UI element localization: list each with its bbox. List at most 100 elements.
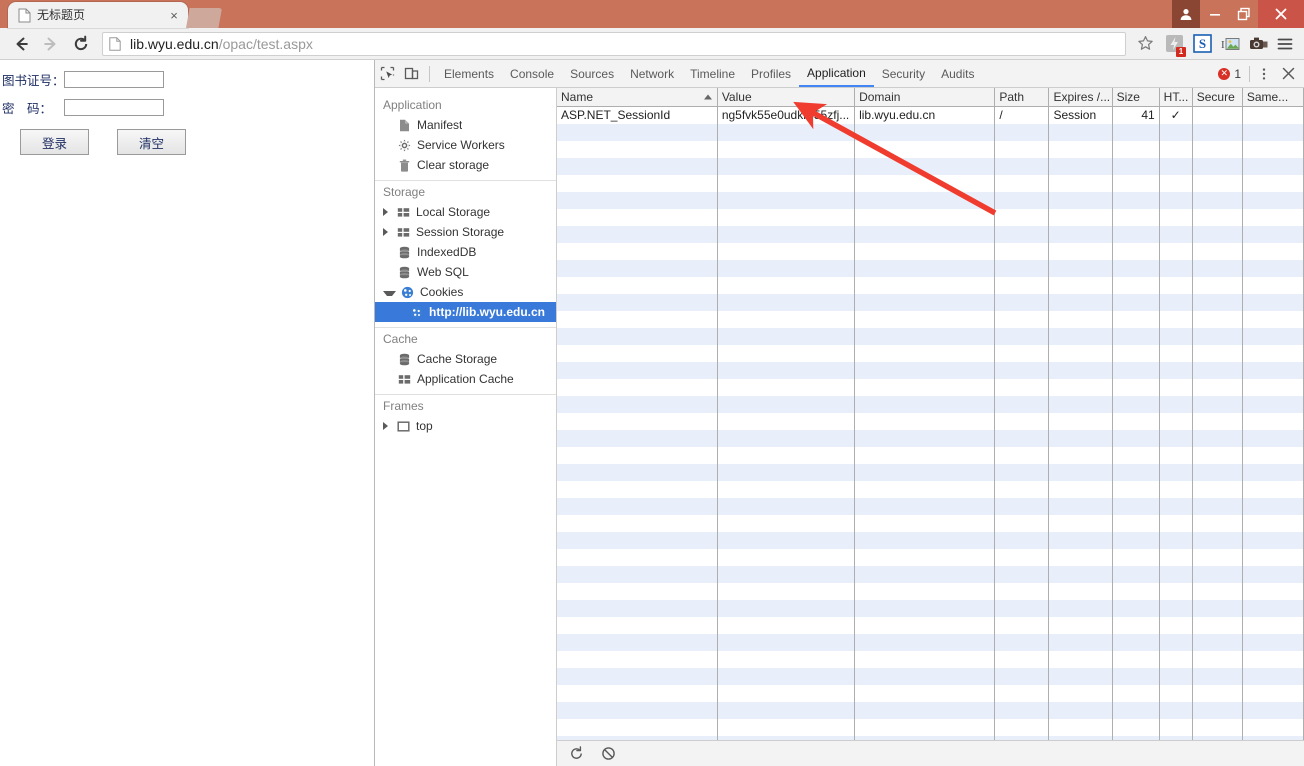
sidebar-item-cache-storage[interactable]: Cache Storage	[375, 349, 556, 369]
window-close-button[interactable]	[1258, 0, 1304, 28]
camera-extension-icon[interactable]	[1244, 30, 1272, 58]
empty-cell	[994, 701, 1050, 719]
image-extension-icon[interactable]: I	[1216, 30, 1244, 58]
lightning-extension-icon[interactable]: 1	[1160, 30, 1188, 58]
inspect-element-icon[interactable]	[375, 61, 399, 87]
sidebar-item-top[interactable]: top	[375, 416, 556, 436]
empty-cell	[854, 548, 996, 566]
kebab-menu-icon[interactable]	[1252, 61, 1276, 87]
chevron-right-icon[interactable]	[383, 422, 393, 430]
chevron-right-icon[interactable]	[383, 228, 393, 236]
empty-cell	[1159, 684, 1193, 702]
empty-cell	[854, 123, 996, 141]
devtools-tab-network[interactable]: Network	[622, 60, 682, 87]
device-toolbar-icon[interactable]	[399, 61, 423, 87]
devtools-tab-security[interactable]: Security	[874, 60, 933, 87]
column-header-label: Domain	[859, 90, 901, 104]
empty-cell	[1192, 140, 1243, 158]
cookie-cell-name[interactable]: ASP.NET_SessionId	[557, 106, 718, 124]
column-header-secure[interactable]: Secure	[1192, 88, 1243, 107]
cookie-cell-value[interactable]: ng5fvk55e0udkr555zfj...	[717, 106, 856, 124]
column-header-domain[interactable]: Domain	[854, 88, 996, 107]
sidebar-item-cookies[interactable]: Cookies	[375, 282, 556, 302]
devtools-close-icon[interactable]	[1276, 61, 1300, 87]
cookie-cell-httponly[interactable]: ✓	[1159, 106, 1193, 124]
bookmark-star-icon[interactable]	[1132, 31, 1158, 57]
cookie-cell-samesite[interactable]	[1242, 106, 1304, 124]
address-bar[interactable]: lib.wyu.edu.cn/opac/test.aspx	[102, 31, 1126, 56]
devtools-tab-console[interactable]: Console	[502, 60, 562, 87]
cookie-cell-size[interactable]: 41	[1112, 106, 1160, 124]
empty-row	[557, 242, 1304, 260]
column-header-path[interactable]: Path	[994, 88, 1050, 107]
s-extension-icon[interactable]: S	[1188, 30, 1216, 58]
back-button[interactable]	[6, 30, 36, 58]
sidebar-item-application-cache[interactable]: Application Cache	[375, 369, 556, 389]
empty-cell	[717, 599, 856, 617]
devtools-tab-sources[interactable]: Sources	[562, 60, 622, 87]
cookie-cell-domain[interactable]: lib.wyu.edu.cn	[854, 106, 996, 124]
sidebar-item-service-workers[interactable]: Service Workers	[375, 135, 556, 155]
empty-cell	[854, 565, 996, 583]
empty-cell	[717, 616, 856, 634]
empty-cell	[557, 480, 718, 498]
error-count-badge[interactable]: ✕ 1	[1218, 67, 1247, 81]
empty-row	[557, 327, 1304, 345]
devtools-tab-elements[interactable]: Elements	[436, 60, 502, 87]
login-button[interactable]: 登录	[20, 129, 89, 155]
empty-cell	[994, 684, 1050, 702]
library-card-input[interactable]	[64, 71, 164, 88]
empty-row	[557, 157, 1304, 175]
empty-cell	[1159, 259, 1193, 277]
maximize-button[interactable]	[1229, 0, 1258, 28]
devtools-tab-application[interactable]: Application	[799, 60, 874, 87]
chevron-down-icon[interactable]	[383, 290, 396, 296]
reload-button[interactable]	[66, 30, 96, 58]
browser-tab[interactable]: 无标题页 ×	[8, 2, 188, 28]
sidebar-item-web-sql[interactable]: Web SQL	[375, 262, 556, 282]
column-header-name[interactable]: Name	[557, 88, 718, 107]
empty-cell	[1192, 344, 1243, 362]
empty-cell	[1048, 548, 1113, 566]
empty-cell	[1112, 378, 1160, 396]
chrome-menu-icon[interactable]	[1272, 30, 1298, 58]
column-header-ht[interactable]: HT...	[1159, 88, 1193, 107]
sidebar-item-clear-storage[interactable]: Clear storage	[375, 155, 556, 175]
tab-close-icon[interactable]: ×	[166, 7, 182, 23]
empty-cell	[1112, 565, 1160, 583]
cookie-cell-path[interactable]: /	[994, 106, 1050, 124]
devtools-tab-audits[interactable]: Audits	[933, 60, 982, 87]
sidebar-item-indexeddb[interactable]: IndexedDB	[375, 242, 556, 262]
column-header-value[interactable]: Value	[717, 88, 856, 107]
chevron-right-icon[interactable]	[383, 208, 393, 216]
minimize-button[interactable]	[1200, 0, 1229, 28]
column-header-same[interactable]: Same...	[1242, 88, 1304, 107]
cookie-cell-expires[interactable]: Session	[1048, 106, 1113, 124]
password-input[interactable]	[64, 99, 164, 116]
empty-cell	[994, 123, 1050, 141]
cookies-grid[interactable]: Name Value Domain Path Expires /... Size HT...…	[557, 88, 1304, 740]
devtools-tab-timeline[interactable]: Timeline	[682, 60, 743, 87]
empty-cell	[1192, 599, 1243, 617]
empty-cell	[1112, 497, 1160, 515]
sidebar-item-manifest[interactable]: Manifest	[375, 115, 556, 135]
column-header-size[interactable]: Size	[1112, 88, 1160, 107]
empty-cell	[1159, 157, 1193, 175]
cookie-row[interactable]: ASP.NET_SessionId ng5fvk55e0udkr555zfj...…	[557, 106, 1304, 124]
empty-cell	[1192, 157, 1243, 175]
sidebar-item-local-storage[interactable]: Local Storage	[375, 202, 556, 222]
clear-all-cookies-icon[interactable]	[599, 745, 617, 763]
cookie-cell-secure[interactable]	[1192, 106, 1243, 124]
database-icon	[397, 352, 411, 366]
sidebar-item-session-storage[interactable]: Session Storage	[375, 222, 556, 242]
page-info-icon[interactable]	[109, 36, 123, 51]
clear-button[interactable]: 清空	[117, 129, 186, 155]
empty-cell	[1048, 327, 1113, 345]
new-tab-button[interactable]	[186, 8, 222, 28]
devtools-tab-profiles[interactable]: Profiles	[743, 60, 799, 87]
empty-cell	[1192, 293, 1243, 311]
user-avatar-icon[interactable]	[1172, 0, 1200, 28]
refresh-icon[interactable]	[567, 745, 585, 763]
column-header-expires[interactable]: Expires /...	[1048, 88, 1113, 107]
sidebar-item-http-lib-wyu-edu-cn[interactable]: http://lib.wyu.edu.cn	[375, 302, 556, 322]
